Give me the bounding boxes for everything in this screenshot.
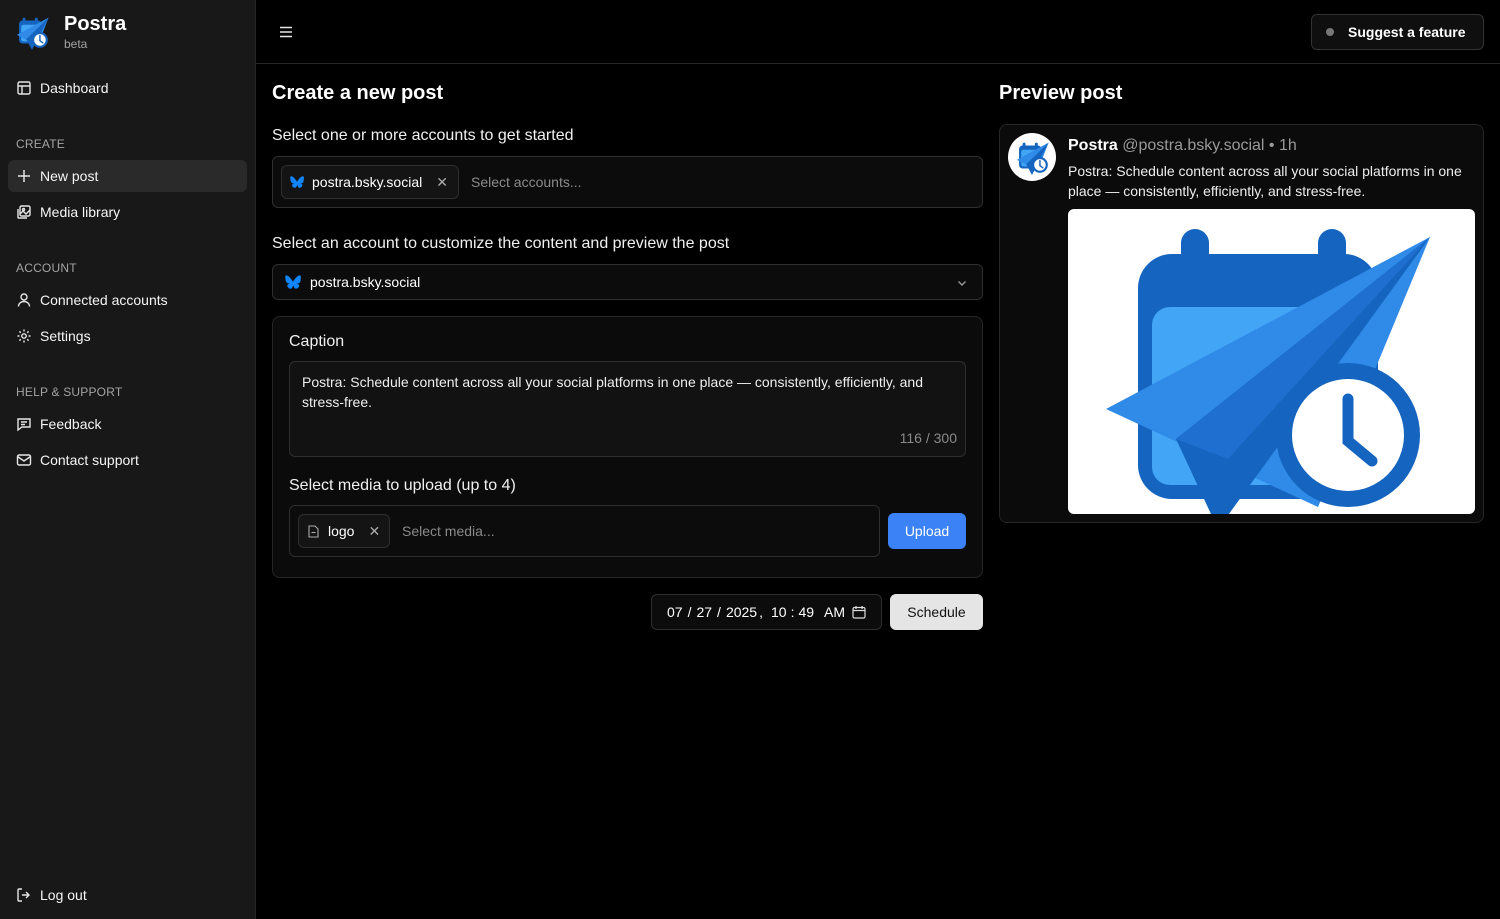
section-account: ACCOUNT <box>16 261 77 275</box>
calendar-icon[interactable] <box>852 605 866 619</box>
section-create: CREATE <box>16 137 65 151</box>
post-media-image <box>1068 209 1475 514</box>
status-dot-icon <box>1326 28 1334 36</box>
sidebar-item-dashboard[interactable]: Dashboard <box>8 72 247 104</box>
section-help: HELP & SUPPORT <box>16 385 123 399</box>
post-header: Postra @postra.bsky.social • 1h <box>1068 137 1297 155</box>
sidebar: Postra beta Dashboard CREATE New post Me… <box>0 0 256 919</box>
menu-toggle-button[interactable] <box>276 22 296 42</box>
media-chip: logo ✕ <box>298 514 390 548</box>
remove-media-icon[interactable]: ✕ <box>368 523 380 540</box>
sidebar-item-new-post[interactable]: New post <box>8 160 247 192</box>
sidebar-item-label: Log out <box>40 887 87 903</box>
sidebar-item-label: Media library <box>40 204 121 220</box>
sidebar-item-logout[interactable]: Log out <box>8 879 247 911</box>
caption-label: Caption <box>289 333 345 350</box>
schedule-datetime-input[interactable]: 07 / 27 / 2025 , 10 : 49 AM <box>651 594 882 630</box>
post-text: Postra: Schedule content across all your… <box>1068 163 1462 199</box>
sidebar-item-label: Settings <box>40 328 91 344</box>
date-month[interactable]: 07 <box>667 604 683 620</box>
accounts-label: Select one or more accounts to get start… <box>272 127 574 144</box>
sidebar-item-label: Feedback <box>40 416 102 432</box>
time-minute[interactable]: 49 <box>798 604 814 620</box>
caption-textarea[interactable]: Postra: Schedule content across all your… <box>289 361 966 457</box>
compose-title: Create a new post <box>272 82 444 104</box>
account-chip: postra.bsky.social ✕ <box>281 165 459 199</box>
brand-name: Postra <box>64 13 127 35</box>
suggest-feature-button[interactable]: Suggest a feature <box>1311 14 1484 50</box>
sidebar-item-label: Dashboard <box>40 80 109 96</box>
logout-icon <box>17 888 30 902</box>
postra-logo-icon <box>1014 139 1050 175</box>
bluesky-icon <box>285 274 301 290</box>
time-ampm[interactable]: AM <box>824 604 845 620</box>
media-multiselect[interactable]: logo ✕ Select media... <box>289 505 880 557</box>
customize-account-select[interactable]: postra.bsky.social <box>272 264 983 300</box>
layout-icon <box>17 81 31 95</box>
file-icon <box>308 524 319 538</box>
top-bar: Suggest a feature <box>256 0 1500 64</box>
caption-counter: 116 / 300 <box>899 430 957 446</box>
sidebar-item-media-library[interactable]: Media library <box>8 196 247 228</box>
post-author-handle: @postra.bsky.social <box>1122 137 1265 154</box>
media-chip-label: logo <box>328 523 355 539</box>
date-year[interactable]: 2025 <box>726 604 757 620</box>
brand-tag: beta <box>64 37 88 51</box>
sidebar-item-settings[interactable]: Settings <box>8 320 247 352</box>
customize-label: Select an account to customize the conte… <box>272 235 730 252</box>
brand[interactable]: Postra beta <box>14 12 126 52</box>
suggest-feature-label: Suggest a feature <box>1348 24 1466 40</box>
sidebar-item-connected-accounts[interactable]: Connected accounts <box>8 284 247 316</box>
caption-text: Postra: Schedule content across all your… <box>302 374 923 410</box>
sidebar-item-label: Connected accounts <box>40 292 168 308</box>
user-icon <box>17 293 31 307</box>
upload-button[interactable]: Upload <box>888 513 966 549</box>
sidebar-item-label: New post <box>40 168 99 184</box>
content-card: Caption Postra: Schedule content across … <box>272 316 983 578</box>
gear-icon <box>17 329 31 343</box>
accounts-placeholder[interactable]: Select accounts... <box>471 174 582 190</box>
date-day[interactable]: 27 <box>696 604 712 620</box>
message-square-icon <box>17 418 31 432</box>
sidebar-item-label: Contact support <box>40 452 139 468</box>
media-placeholder[interactable]: Select media... <box>402 523 495 539</box>
media-label: Select media to upload (up to 4) <box>289 477 516 494</box>
post-time: • 1h <box>1268 137 1297 154</box>
account-chip-label: postra.bsky.social <box>312 174 423 190</box>
sidebar-item-contact-support[interactable]: Contact support <box>8 444 247 476</box>
customize-account-value: postra.bsky.social <box>310 274 421 290</box>
chevron-down-icon <box>958 281 966 286</box>
preview-card: Postra @postra.bsky.social • 1h Postra: … <box>999 124 1484 523</box>
remove-account-icon[interactable]: ✕ <box>436 174 448 191</box>
hamburger-icon <box>280 26 292 38</box>
postra-logo-icon <box>1106 229 1430 514</box>
plus-icon <box>18 170 30 182</box>
sidebar-item-feedback[interactable]: Feedback <box>8 408 247 440</box>
mail-icon <box>16 454 32 466</box>
schedule-button[interactable]: Schedule <box>890 594 983 630</box>
post-author-name: Postra <box>1068 137 1118 154</box>
accounts-multiselect[interactable]: postra.bsky.social ✕ Select accounts... <box>272 156 983 208</box>
avatar <box>1008 133 1056 181</box>
postra-logo-icon <box>14 14 50 50</box>
bluesky-icon <box>290 175 304 189</box>
preview-title: Preview post <box>999 82 1123 104</box>
images-icon <box>17 205 31 219</box>
time-hour[interactable]: 10 <box>771 604 787 620</box>
